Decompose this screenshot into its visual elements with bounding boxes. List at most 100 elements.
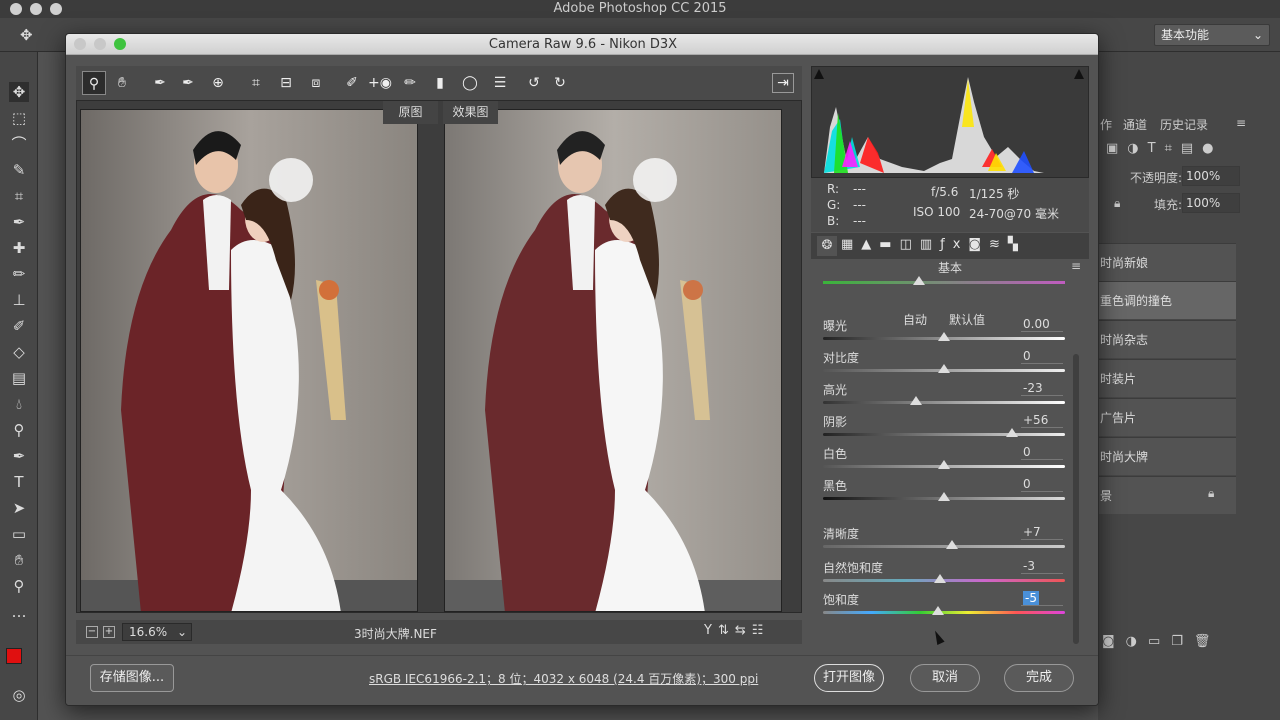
tab-layers[interactable]: 作 [1100, 116, 1112, 133]
pen-tool-icon[interactable]: ✒ [9, 446, 29, 466]
blur-tool-icon[interactable]: 💧︎ [9, 394, 29, 414]
rectangle-tool-icon[interactable]: ▭ [9, 524, 29, 544]
color-sampler-tool-icon[interactable]: ✒ [176, 71, 200, 95]
panel-scrollbar[interactable] [1073, 354, 1079, 644]
layer-filter-icons[interactable]: ▣◑T⌗▤● [1106, 141, 1223, 156]
preferences-icon[interactable]: ☰ [488, 71, 512, 95]
zoom-out-button[interactable]: − [86, 626, 98, 638]
brush-tool-icon[interactable]: ✏ [9, 264, 29, 284]
slider-value-field[interactable]: -5 [1021, 591, 1063, 606]
layer-row[interactable]: 重色调的撞色 [1098, 281, 1236, 319]
radial-filter-icon[interactable]: ◯ [458, 71, 482, 95]
healing-tool-icon[interactable]: ✚ [9, 238, 29, 258]
eyedropper-tool-icon[interactable]: ✒ [9, 212, 29, 232]
dialog-minimize-button[interactable] [94, 38, 106, 50]
slider-track[interactable] [823, 545, 1065, 548]
fill-field[interactable]: 100% [1182, 193, 1240, 213]
slider-thumb[interactable] [938, 460, 950, 469]
slider-value-field[interactable]: 0 [1021, 445, 1063, 460]
more-tools-icon[interactable]: … [9, 602, 29, 622]
workflow-options-link[interactable]: sRGB IEC61966-2.1；8 位；4032 x 6048 (24.4 … [369, 670, 758, 687]
view-mode-icons[interactable]: Y⇅⇆☷ [704, 623, 769, 638]
zoom-tool-icon[interactable]: ⚲ [82, 71, 106, 95]
slider-thumb[interactable] [938, 332, 950, 341]
marquee-tool-icon[interactable]: ⬚ [9, 108, 29, 128]
zoom-select[interactable]: 16.6% ⌄ [122, 623, 192, 641]
close-window-button[interactable] [10, 3, 22, 15]
tab-history[interactable]: 历史记录 [1160, 116, 1208, 133]
panel-menu-icon[interactable]: ≡ [1236, 116, 1246, 130]
slider-track[interactable] [823, 433, 1065, 436]
straighten-tool-icon[interactable]: ⊟ [274, 71, 298, 95]
slider-thumb[interactable] [946, 540, 959, 549]
dialog-close-button[interactable] [74, 38, 86, 50]
slider-value-field[interactable]: +7 [1021, 525, 1063, 540]
layer-row[interactable]: 时尚新娘 [1098, 243, 1236, 281]
rotate-left-icon[interactable]: ↺ [522, 71, 546, 95]
done-button[interactable]: 完成 [1004, 664, 1074, 692]
slider-thumb[interactable] [931, 606, 944, 615]
save-image-button[interactable]: 存储图像... [90, 664, 174, 692]
slider-track[interactable] [823, 401, 1065, 404]
adjustment-tab-icons[interactable]: ▦▲▬◫▥ƒx◙≋▚ [841, 237, 1026, 252]
toggle-fullscreen-icon[interactable]: ⇥ [772, 73, 794, 93]
eraser-tool-icon[interactable]: ◇ [9, 342, 29, 362]
opacity-field[interactable]: 100% [1182, 166, 1240, 186]
zoom-tool-icon[interactable]: ⚲ [9, 576, 29, 596]
tint-track[interactable] [823, 281, 1065, 284]
tab-basic-icon[interactable]: ❂ [817, 236, 837, 256]
slider-thumb[interactable] [1005, 428, 1018, 437]
path-select-tool-icon[interactable]: ➤ [9, 498, 29, 518]
layer-row[interactable]: 时尚大牌 [1098, 437, 1236, 475]
layer-actions-icons[interactable]: ◙◑▭❐🗑︎ [1102, 634, 1221, 649]
lasso-tool-icon[interactable]: ⌒ [9, 134, 29, 154]
move-tool-icon[interactable]: ✥ [20, 26, 33, 44]
slider-thumb[interactable] [938, 364, 950, 373]
open-image-button[interactable]: 打开图像 [814, 664, 884, 692]
slider-thumb[interactable] [934, 574, 947, 583]
transform-tool-icon[interactable]: ⧈ [304, 71, 328, 95]
layer-row[interactable]: 景 [1098, 476, 1236, 514]
move-tool-icon[interactable]: ✥ [9, 82, 29, 102]
crop-tool-icon[interactable]: ⌗ [244, 71, 268, 95]
hand-tool-icon[interactable]: ✋︎ [110, 71, 134, 95]
lock-icon[interactable]: 🔒︎ [1114, 196, 1120, 211]
slider-thumb[interactable] [910, 396, 923, 405]
cancel-button[interactable]: 取消 [910, 664, 980, 692]
dodge-tool-icon[interactable]: ⚲ [9, 420, 29, 440]
layer-row[interactable]: 广告片 [1098, 398, 1236, 436]
foreground-color-swatch[interactable] [6, 648, 22, 664]
targeted-adjustment-tool-icon[interactable]: ⊕ [206, 71, 230, 95]
crop-tool-icon[interactable]: ⌗ [9, 186, 29, 206]
slider-value-field[interactable]: 0 [1021, 349, 1063, 364]
tint-thumb[interactable] [913, 276, 925, 285]
slider-value-field[interactable]: +56 [1021, 413, 1063, 428]
slider-value-field[interactable]: -23 [1021, 381, 1063, 396]
hand-tool-icon[interactable]: ✋︎ [9, 550, 29, 570]
graduated-filter-icon[interactable]: ▮ [428, 71, 452, 95]
image-preview[interactable] [76, 100, 802, 613]
layer-row[interactable]: 时尚杂志 [1098, 320, 1236, 358]
gradient-tool-icon[interactable]: ▤ [9, 368, 29, 388]
quick-mask-icon[interactable]: ◎ [9, 685, 29, 705]
slider-thumb[interactable] [938, 492, 950, 501]
spot-removal-tool-icon[interactable]: ✐ [340, 71, 364, 95]
stamp-tool-icon[interactable]: ⊥ [9, 290, 29, 310]
zoom-in-button[interactable]: + [103, 626, 115, 638]
white-balance-tool-icon[interactable]: ✒ [148, 71, 172, 95]
workspace-select[interactable]: 基本功能 ⌄ [1154, 24, 1270, 46]
panel-menu-icon[interactable]: ≡ [1071, 259, 1081, 273]
slider-value-field[interactable]: 0 [1021, 477, 1063, 492]
history-brush-tool-icon[interactable]: ✐ [9, 316, 29, 336]
tab-channels[interactable]: 通道 [1123, 116, 1147, 133]
slider-track[interactable] [823, 611, 1065, 614]
quick-select-tool-icon[interactable]: ✎ [9, 160, 29, 180]
dialog-zoom-button[interactable] [114, 38, 126, 50]
adjustment-brush-icon[interactable]: ✏ [398, 71, 422, 95]
slider-value-field[interactable]: -3 [1021, 559, 1063, 574]
slider-value-field[interactable]: 0.00 [1021, 317, 1063, 332]
layer-row[interactable]: 时装片 [1098, 359, 1236, 397]
rotate-right-icon[interactable]: ↻ [548, 71, 572, 95]
type-tool-icon[interactable]: T [9, 472, 29, 492]
minimize-window-button[interactable] [30, 3, 42, 15]
